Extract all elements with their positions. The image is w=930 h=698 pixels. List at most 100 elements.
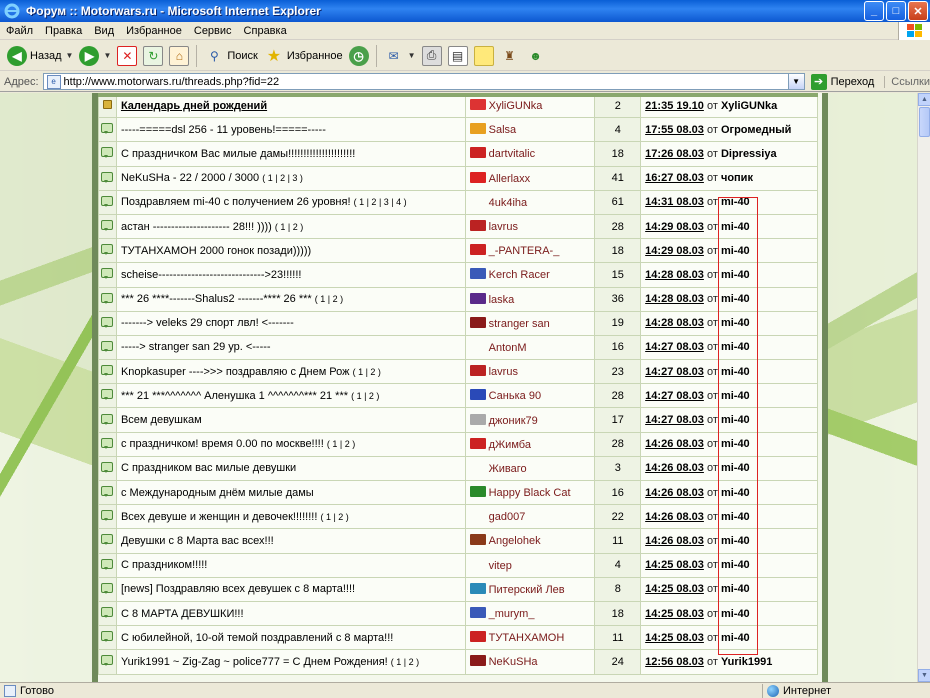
thread-title-link[interactable]: Девушки с 8 Марта вас всех!!! (121, 535, 274, 547)
last-post-user-link[interactable]: чопик (721, 172, 753, 184)
chevron-down-icon[interactable]: ▼ (787, 74, 804, 89)
menu-file[interactable]: Файл (0, 25, 39, 37)
menu-view[interactable]: Вид (88, 25, 120, 37)
last-post-date-link[interactable]: 14:28 08.03 (645, 293, 704, 305)
last-post-user-link[interactable]: mi-40 (721, 317, 750, 329)
last-post-user-link[interactable]: mi-40 (721, 366, 750, 378)
last-post-user-link[interactable]: mi-40 (721, 559, 750, 571)
last-post-date-link[interactable]: 14:28 08.03 (645, 317, 704, 329)
last-post-user-link[interactable]: mi-40 (721, 462, 750, 474)
thread-title-link[interactable]: С праздничком Вас милые дамы!!!!!!!!!!!!… (121, 148, 355, 160)
thread-title-link[interactable]: с Международным днём милые дамы (121, 487, 314, 499)
thread-author-link[interactable]: vitep (489, 560, 512, 572)
favorites-button[interactable]: ★ Избранное (261, 43, 346, 69)
thread-title-link[interactable]: Всех девуше и женщин и девочек!!!!!!!! (121, 511, 317, 523)
menu-help[interactable]: Справка (238, 25, 293, 37)
thread-author-link[interactable]: Санька 90 (489, 390, 541, 402)
chevron-down-icon[interactable]: ▼ (66, 51, 74, 60)
last-post-date-link[interactable]: 14:26 08.03 (645, 462, 704, 474)
stop-button[interactable]: ✕ (114, 43, 140, 69)
last-post-date-link[interactable]: 14:25 08.03 (645, 583, 704, 595)
thread-author-link[interactable]: дЖимба (489, 439, 531, 451)
thread-author-link[interactable]: джоник79 (489, 415, 538, 427)
last-post-date-link[interactable]: 14:26 08.03 (645, 487, 704, 499)
thread-title-link[interactable]: ТУТАНХАМОН 2000 гонок позади))))) (121, 245, 311, 257)
address-url[interactable]: http://www.motorwars.ru/threads.php?fid=… (64, 76, 788, 88)
thread-author-link[interactable]: lavrus (489, 366, 518, 378)
messenger-button[interactable]: ☻ (523, 43, 549, 69)
thread-pages[interactable]: ( 1 | 2 ) (275, 222, 303, 232)
thread-pages[interactable]: ( 1 | 2 ) (315, 294, 343, 304)
thread-author-link[interactable]: XyliGUNka (489, 100, 543, 112)
thread-title-link[interactable]: scheise----------------------------->23!… (121, 269, 302, 281)
maximize-button[interactable]: □ (886, 1, 906, 21)
last-post-date-link[interactable]: 14:27 08.03 (645, 341, 704, 353)
menu-tools[interactable]: Сервис (188, 25, 238, 37)
thread-author-link[interactable]: Kerch Racer (489, 269, 550, 281)
thread-title-link[interactable]: Yurik1991 ~ Zig-Zag ~ police777 = С Днем… (121, 656, 388, 668)
home-button[interactable]: ⌂ (166, 43, 192, 69)
last-post-user-link[interactable]: mi-40 (721, 269, 750, 281)
last-post-date-link[interactable]: 14:25 08.03 (645, 632, 704, 644)
forward-button[interactable]: ▶ ▼ (76, 43, 114, 69)
thread-author-link[interactable]: AntonM (489, 342, 527, 354)
thread-author-link[interactable]: Angelohek (489, 535, 541, 547)
thread-title-link[interactable]: Всем девушкам (121, 414, 202, 426)
refresh-button[interactable]: ↻ (140, 43, 166, 69)
last-post-date-link[interactable]: 16:27 08.03 (645, 172, 704, 184)
chevron-down-icon[interactable]: ▼ (408, 51, 416, 60)
thread-author-link[interactable]: _-PANTERA-_ (489, 245, 560, 257)
last-post-user-link[interactable]: mi-40 (721, 414, 750, 426)
thread-title-link[interactable]: с праздничком! время 0.00 по москве!!!! (121, 438, 324, 450)
last-post-user-link[interactable]: mi-40 (721, 341, 750, 353)
last-post-date-link[interactable]: 17:55 08.03 (645, 124, 704, 136)
links-button[interactable]: Ссылки (884, 75, 930, 88)
last-post-user-link[interactable]: mi-40 (721, 293, 750, 305)
thread-title-link[interactable]: *** 26 ****-------Shalus2 -------**** 26… (121, 293, 312, 305)
thread-pages[interactable]: ( 1 | 2 ) (391, 657, 419, 667)
thread-author-link[interactable]: Питерский Лев (489, 584, 565, 596)
thread-author-link[interactable]: stranger san (489, 318, 550, 330)
thread-author-link[interactable]: lavrus (489, 221, 518, 233)
last-post-date-link[interactable]: 14:29 08.03 (645, 245, 704, 257)
thread-title-link[interactable]: С юбилейной, 10-ой темой поздравлений с … (121, 632, 393, 644)
thread-title-link[interactable]: Календарь дней рождений (121, 100, 267, 112)
scroll-down-icon[interactable]: ▼ (918, 669, 930, 682)
search-button[interactable]: ⚲ Поиск (201, 43, 260, 69)
last-post-date-link[interactable]: 14:25 08.03 (645, 608, 704, 620)
thread-title-link[interactable]: С праздником вас милые девушки (121, 462, 296, 474)
thread-pages[interactable]: ( 1 | 2 | 3 | 4 ) (354, 197, 407, 207)
thread-title-link[interactable]: -----=====dsl 256 - 11 уровень!=====----… (121, 124, 326, 136)
last-post-user-link[interactable]: mi-40 (721, 196, 750, 208)
thread-author-link[interactable]: NeKuSHa (489, 656, 538, 668)
last-post-user-link[interactable]: mi-40 (721, 245, 750, 257)
last-post-user-link[interactable]: mi-40 (721, 608, 750, 620)
print-button[interactable]: ⎙ (419, 43, 445, 69)
thread-author-link[interactable]: dartvitalic (489, 148, 535, 160)
last-post-date-link[interactable]: 14:27 08.03 (645, 366, 704, 378)
thread-author-link[interactable]: 4uk4iha (489, 197, 528, 209)
thread-title-link[interactable]: -------> veleks 29 спорт лвл! <------- (121, 317, 294, 329)
thread-pages[interactable]: ( 1 | 2 | 3 ) (262, 173, 303, 183)
vertical-scrollbar[interactable]: ▲ ▼ (917, 93, 930, 682)
history-button[interactable]: ◷ (346, 43, 372, 69)
thread-title-link[interactable]: астан --------------------- 28!!! )))) (121, 221, 272, 233)
last-post-date-link[interactable]: 12:56 08.03 (645, 656, 704, 668)
last-post-user-link[interactable]: mi-40 (721, 487, 750, 499)
last-post-date-link[interactable]: 14:28 08.03 (645, 269, 704, 281)
back-button[interactable]: ◀ Назад ▼ (4, 43, 76, 69)
chevron-down-icon[interactable]: ▼ (103, 51, 111, 60)
last-post-user-link[interactable]: mi-40 (721, 632, 750, 644)
thread-pages[interactable]: ( 1 | 2 ) (353, 367, 381, 377)
last-post-user-link[interactable]: Dipressiya (721, 148, 777, 160)
research-button[interactable]: ♜ (497, 43, 523, 69)
last-post-date-link[interactable]: 14:26 08.03 (645, 511, 704, 523)
thread-title-link[interactable]: С праздником!!!!! (121, 559, 207, 571)
last-post-user-link[interactable]: mi-40 (721, 583, 750, 595)
last-post-date-link[interactable]: 14:26 08.03 (645, 438, 704, 450)
menu-favorites[interactable]: Избранное (120, 25, 188, 37)
last-post-date-link[interactable]: 21:35 19.10 (645, 100, 704, 112)
last-post-user-link[interactable]: mi-40 (721, 438, 750, 450)
minimize-button[interactable]: _ (864, 1, 884, 21)
thread-title-link[interactable]: Knopkasuper ---->>> поздравляю с Днем Ро… (121, 366, 350, 378)
